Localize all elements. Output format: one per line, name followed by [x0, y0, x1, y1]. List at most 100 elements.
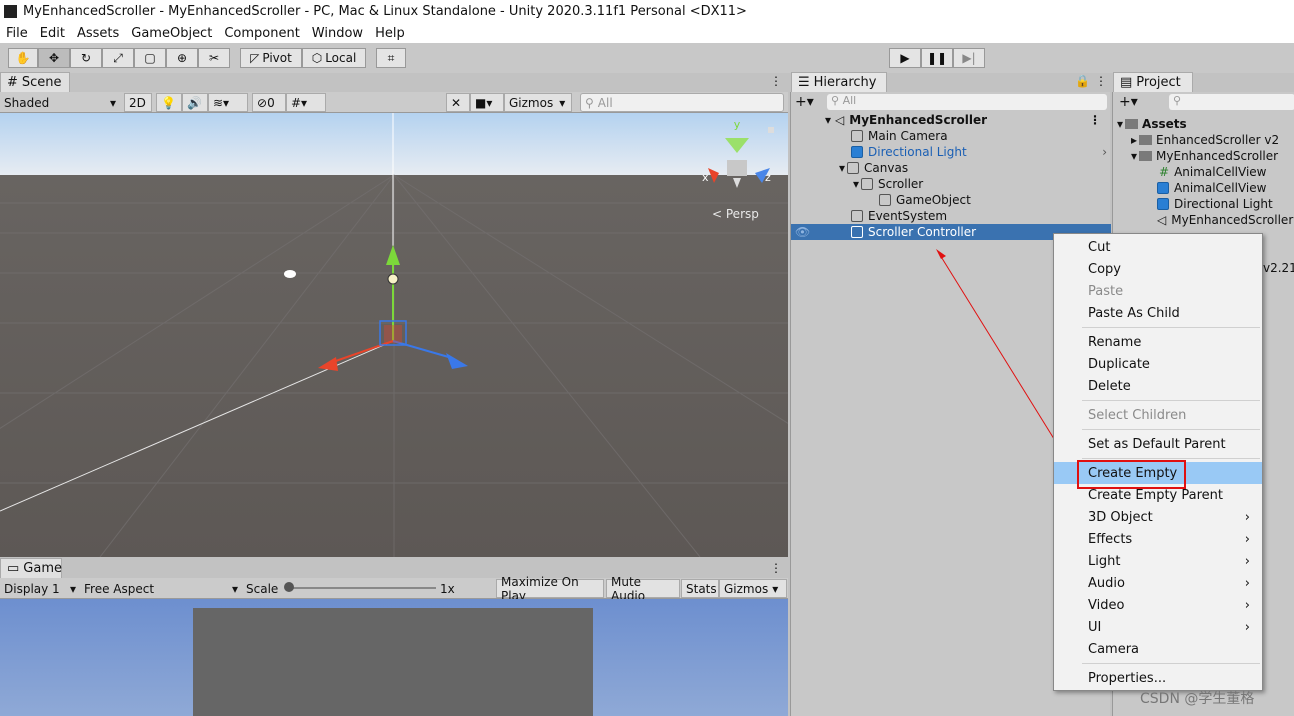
grid-snap-icon[interactable]: ⌗: [376, 48, 406, 68]
menu-item-duplicate[interactable]: Duplicate: [1054, 353, 1262, 375]
perspective-label[interactable]: < Persp: [712, 207, 759, 221]
hidden-objects-button[interactable]: ⊘ 0: [252, 93, 286, 112]
scale-tool-icon[interactable]: ⤢: [102, 48, 134, 68]
lock-icon[interactable]: 🔒: [1075, 74, 1090, 88]
title-bar: MyEnhancedScroller - MyEnhancedScroller …: [0, 0, 1294, 23]
menu-item-cut[interactable]: Cut: [1054, 236, 1262, 258]
hierarchy-item[interactable]: ▾ Canvas: [791, 160, 1111, 176]
lighting-toggle-icon[interactable]: 💡: [156, 93, 182, 112]
hierarchy-item[interactable]: GameObject: [791, 192, 1111, 208]
search-icon: ⚲: [585, 95, 594, 110]
tab-scene[interactable]: # Scene: [0, 72, 70, 92]
tools-icon[interactable]: ✕: [446, 93, 470, 112]
project-create-plus-icon[interactable]: +▾: [1119, 94, 1138, 110]
grid-toggle-icon[interactable]: #▾: [286, 93, 326, 112]
menu-assets[interactable]: Assets: [71, 26, 125, 41]
move-tool-icon[interactable]: ✥: [38, 48, 70, 68]
tab-game[interactable]: ▭ Game: [0, 558, 62, 578]
scene-view[interactable]: y x z < Persp: [0, 113, 788, 557]
pivot-button[interactable]: ◸ Pivot: [240, 48, 302, 68]
menu-item-ui[interactable]: UI ›: [1054, 616, 1262, 638]
more-icon[interactable]: ⋮: [1089, 113, 1101, 127]
menu-item-copy[interactable]: Copy: [1054, 258, 1262, 280]
project-search-input[interactable]: ⚲: [1169, 94, 1294, 110]
chevron-right-icon: ›: [1244, 575, 1250, 591]
menu-item-set-default-parent[interactable]: Set as Default Parent: [1054, 433, 1262, 455]
display-dropdown[interactable]: Display 1 ▾: [0, 579, 78, 598]
scene-search-placeholder: All: [597, 95, 613, 110]
search-icon: ⚲: [1173, 94, 1182, 107]
hierarchy-item-label: Canvas: [864, 161, 909, 175]
audio-toggle-icon[interactable]: 🔊: [182, 93, 208, 112]
project-item[interactable]: ◁ MyEnhancedScroller: [1157, 212, 1293, 228]
project-item[interactable]: # AnimalCellView: [1159, 164, 1267, 180]
hierarchy-item[interactable]: Main Camera: [791, 128, 1111, 144]
menu-item-select-children[interactable]: Select Children: [1054, 404, 1262, 426]
custom-tool-icon[interactable]: ✂: [198, 48, 230, 68]
menu-item-3d-object[interactable]: 3D Object ›: [1054, 506, 1262, 528]
project-item[interactable]: ▾ MyEnhancedScroller: [1131, 148, 1278, 164]
menu-item-camera[interactable]: Camera: [1054, 638, 1262, 660]
chevron-right-icon[interactable]: ›: [1102, 145, 1107, 159]
maximize-on-play-toggle[interactable]: Maximize On Play: [496, 575, 604, 603]
menu-item-rename[interactable]: Rename: [1054, 331, 1262, 353]
menu-item-audio[interactable]: Audio ›: [1054, 572, 1262, 594]
shading-dropdown[interactable]: Shaded ▾: [0, 93, 120, 112]
create-plus-icon[interactable]: +▾: [795, 94, 814, 110]
play-button[interactable]: ▶: [889, 48, 921, 68]
menu-item-paste-as-child[interactable]: Paste As Child: [1054, 302, 1262, 324]
menu-separator: [1082, 663, 1260, 664]
stats-label: Stats: [686, 581, 717, 596]
scale-handle[interactable]: [284, 582, 294, 592]
hierarchy-scene-root[interactable]: ▾ ◁ MyEnhancedScroller ⋮: [791, 112, 1111, 128]
prefab-icon: [1157, 182, 1169, 194]
menu-item-delete[interactable]: Delete: [1054, 375, 1262, 397]
hierarchy-more-icon[interactable]: ⋮: [1095, 74, 1107, 88]
menu-edit[interactable]: Edit: [34, 26, 71, 41]
camera-icon[interactable]: ■▾: [470, 93, 504, 112]
game-tab-label: Game: [23, 561, 62, 576]
project-item[interactable]: v2.21: [1263, 260, 1294, 276]
tab-hierarchy[interactable]: ☰ Hierarchy: [791, 72, 887, 92]
game-more-icon[interactable]: ⋮: [770, 561, 782, 575]
visibility-eye-icon[interactable]: 👁: [795, 225, 810, 239]
menu-item-effects[interactable]: Effects ›: [1054, 528, 1262, 550]
game-gizmos-dropdown[interactable]: Gizmos ▾: [719, 579, 787, 598]
menu-item-video[interactable]: Video ›: [1054, 594, 1262, 616]
aspect-dropdown[interactable]: Free Aspect ▾: [80, 579, 240, 598]
hierarchy-search-input[interactable]: ⚲ All: [827, 94, 1107, 110]
menu-gameobject[interactable]: GameObject: [125, 26, 218, 41]
menu-file[interactable]: File: [0, 26, 34, 41]
tab-project[interactable]: ▤ Project: [1113, 72, 1193, 92]
step-button[interactable]: ▶|: [953, 48, 985, 68]
stats-toggle[interactable]: Stats: [681, 579, 719, 598]
project-item[interactable]: ▸ EnhancedScroller v2: [1131, 132, 1279, 148]
menu-item-light[interactable]: Light ›: [1054, 550, 1262, 572]
scene-more-icon[interactable]: ⋮: [770, 74, 782, 88]
menu-item-label: Video: [1088, 597, 1125, 613]
pause-button[interactable]: ❚❚: [921, 48, 953, 68]
hierarchy-item[interactable]: Directional Light ›: [791, 144, 1111, 160]
hand-tool-icon[interactable]: ✋: [8, 48, 38, 68]
scene-search-input[interactable]: ⚲ All: [580, 93, 784, 112]
transform-tool-icon[interactable]: ⊕: [166, 48, 198, 68]
rotate-tool-icon[interactable]: ↻: [70, 48, 102, 68]
2d-toggle[interactable]: 2D: [124, 93, 152, 112]
hierarchy-item-label: Scroller Controller: [868, 225, 977, 239]
mute-audio-toggle[interactable]: Mute Audio: [606, 575, 680, 603]
menu-item-properties[interactable]: Properties...: [1054, 667, 1262, 689]
project-item[interactable]: Directional Light: [1157, 196, 1273, 212]
hierarchy-item[interactable]: EventSystem: [791, 208, 1111, 224]
scale-slider[interactable]: Scale 1x: [242, 579, 494, 598]
gizmos-dropdown[interactable]: Gizmos ▾: [504, 93, 572, 112]
local-button[interactable]: ⬡ Local: [302, 48, 366, 68]
menu-component[interactable]: Component: [218, 26, 305, 41]
menu-window[interactable]: Window: [306, 26, 369, 41]
hierarchy-item[interactable]: ▾ Scroller: [791, 176, 1111, 192]
menu-help[interactable]: Help: [369, 26, 411, 41]
effects-toggle-icon[interactable]: ≋▾: [208, 93, 248, 112]
project-item[interactable]: AnimalCellView: [1157, 180, 1266, 196]
menu-item-paste[interactable]: Paste: [1054, 280, 1262, 302]
project-item-assets[interactable]: ▾ Assets: [1117, 116, 1187, 132]
rect-tool-icon[interactable]: ▢: [134, 48, 166, 68]
